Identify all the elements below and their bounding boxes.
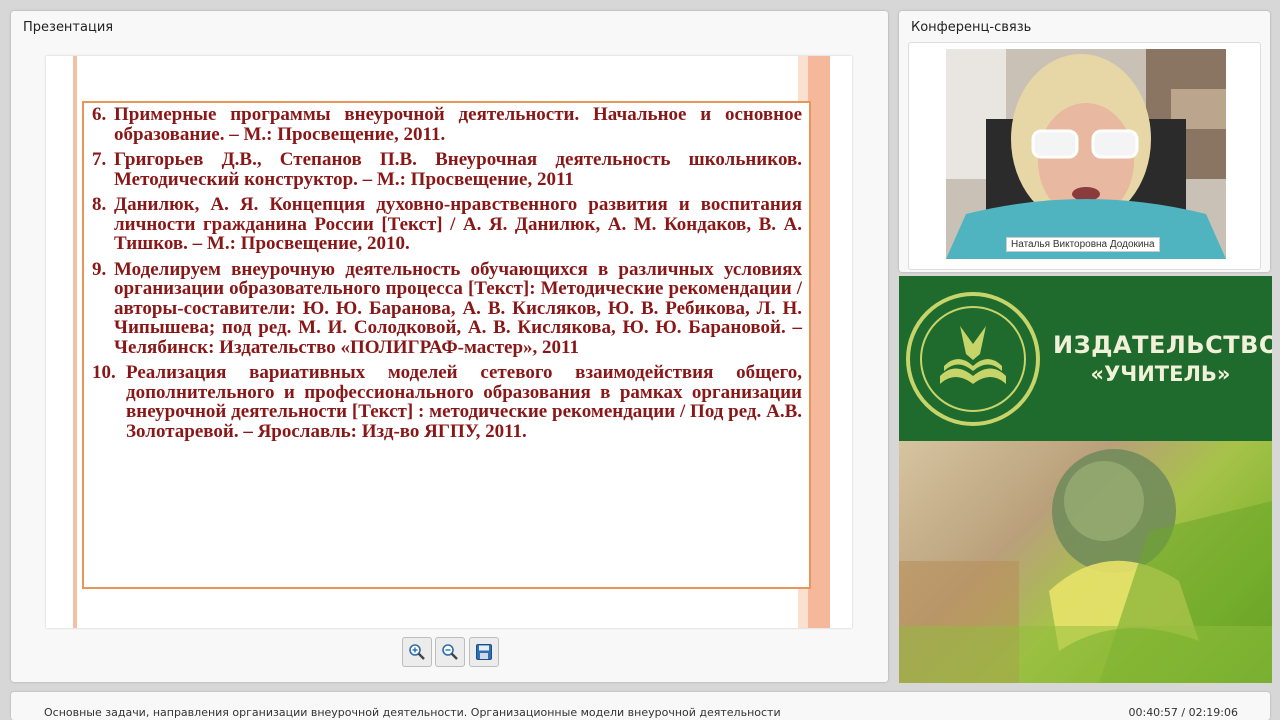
bibliography-item: 9. Моделируем внеурочную деятельность обу…: [92, 258, 802, 358]
item-number: 7.: [92, 149, 107, 170]
banner-header: ИЗДАТЕЛЬСТВО «УЧИТЕЛЬ»: [899, 276, 1272, 441]
item-text: Данилюк, А. Я. Концепция духовно-нравств…: [114, 194, 802, 254]
bibliography-list: 6. Примерные программы внеурочной деятель…: [92, 103, 802, 441]
speaker-name-tag: Наталья Викторовна Додокина: [1006, 237, 1160, 252]
item-number: 6.: [92, 104, 107, 125]
video-frame: Наталья Викторовна Додокина: [908, 42, 1261, 270]
conference-panel: Конференц-связь Наталья Викторовна Додок…: [899, 11, 1270, 272]
item-number: 8.: [92, 194, 107, 215]
footer-bar: Основные задачи, направления организации…: [11, 692, 1270, 720]
book-logo-icon: [920, 306, 1026, 412]
slide: 6. Примерные программы внеурочной деятель…: [46, 56, 852, 628]
item-text: Примерные программы внеурочной деятельно…: [114, 104, 802, 145]
item-text: Моделируем внеурочную деятельность обуча…: [114, 258, 802, 358]
item-text: Реализация вариативных моделей сетевого …: [126, 362, 802, 442]
item-text: Григорьев Д.В., Степанов П.В. Внеурочная…: [114, 149, 802, 190]
books-globe-image: [899, 449, 1272, 683]
bibliography-item: 10. Реализация вариативных моделей сетево…: [92, 363, 802, 441]
banner-image: [899, 441, 1272, 683]
presentation-panel: Презентация 6. Примерные программы внеуро…: [11, 11, 888, 682]
save-icon: [476, 644, 492, 660]
zoom-out-icon: [442, 644, 458, 660]
item-number: 10.: [92, 362, 116, 383]
publisher-name-line2: «УЧИТЕЛЬ»: [1090, 362, 1231, 386]
save-button[interactable]: [469, 637, 499, 667]
bibliography-item: 6. Примерные программы внеурочной деятель…: [92, 105, 802, 144]
zoom-out-button[interactable]: [435, 637, 465, 667]
publisher-banner: ИЗДАТЕЛЬСТВО «УЧИТЕЛЬ»: [899, 276, 1272, 683]
item-number: 9.: [92, 258, 107, 280]
presentation-title: Презентация: [23, 20, 114, 35]
slide-stripe-left: [73, 56, 77, 628]
webcam-video[interactable]: Наталья Викторовна Додокина: [946, 49, 1226, 259]
publisher-logo: [906, 292, 1040, 426]
playback-time: 00:40:57 / 02:19:06: [1128, 706, 1238, 719]
bibliography-item: 7. Григорьев Д.В., Степанов П.В. Внеурочн…: [92, 150, 802, 189]
zoom-in-icon: [409, 644, 425, 660]
publisher-name-line1: ИЗДАТЕЛЬСТВО: [1053, 331, 1272, 359]
speaker-video-image: [946, 49, 1226, 259]
zoom-in-button[interactable]: [402, 637, 432, 667]
lecture-title: Основные задачи, направления организации…: [44, 706, 781, 719]
bibliography-item: 8. Данилюк, А. Я. Концепция духовно-нравс…: [92, 195, 802, 254]
conference-title: Конференц-связь: [911, 20, 1032, 35]
slide-stripe-right: [808, 56, 830, 628]
slide-content-frame: 6. Примерные программы внеурочной деятель…: [82, 101, 811, 589]
